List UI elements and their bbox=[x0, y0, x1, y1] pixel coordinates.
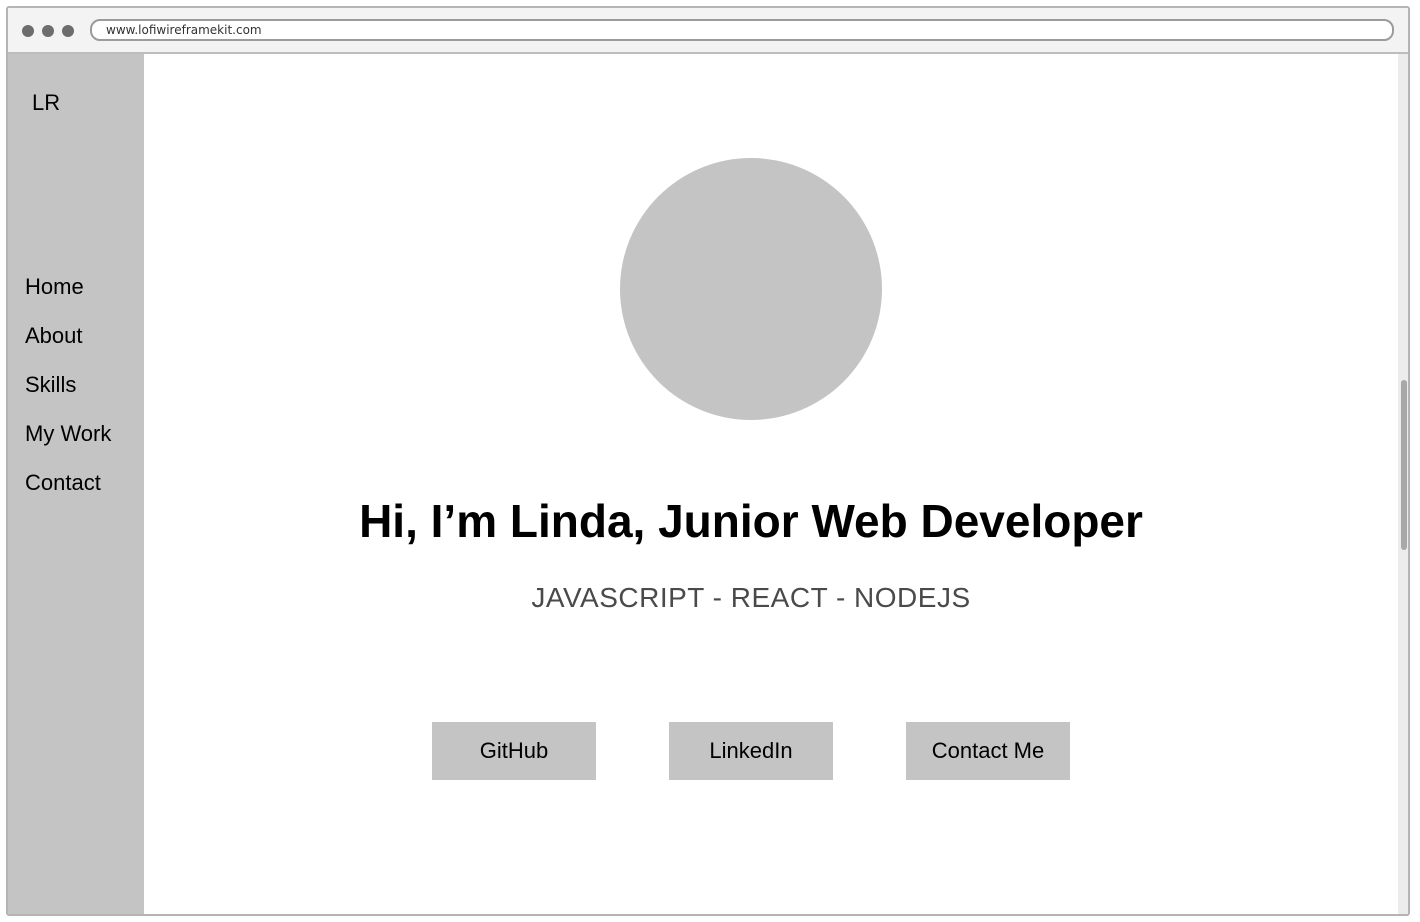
browser-window: www.lofiwireframekit.com LR Home About S… bbox=[6, 6, 1410, 916]
site-logo[interactable]: LR bbox=[32, 90, 60, 116]
window-dot-icon[interactable] bbox=[42, 25, 54, 37]
browser-toolbar: www.lofiwireframekit.com bbox=[8, 8, 1408, 54]
sidebar-item-contact[interactable]: Contact bbox=[25, 470, 111, 519]
sidebar-item-about[interactable]: About bbox=[25, 323, 111, 372]
github-button[interactable]: GitHub bbox=[432, 722, 596, 780]
main-content: Hi, I’m Linda, Junior Web Developer JAVA… bbox=[144, 54, 1398, 914]
sidebar-item-skills[interactable]: Skills bbox=[25, 372, 111, 421]
linkedin-button[interactable]: LinkedIn bbox=[669, 722, 833, 780]
scrollbar[interactable] bbox=[1398, 54, 1408, 914]
address-bar[interactable]: www.lofiwireframekit.com bbox=[90, 19, 1394, 41]
hero-headline: Hi, I’m Linda, Junior Web Developer bbox=[359, 495, 1143, 547]
sidebar-nav: Home About Skills My Work Contact bbox=[25, 274, 111, 519]
contact-me-button[interactable]: Contact Me bbox=[906, 722, 1070, 780]
window-dot-icon[interactable] bbox=[22, 25, 34, 37]
profile-avatar bbox=[620, 158, 882, 420]
sidebar-item-my-work[interactable]: My Work bbox=[25, 421, 111, 470]
hero-skills: JAVASCRIPT - REACT - NODEJS bbox=[531, 582, 971, 613]
sidebar-item-home[interactable]: Home bbox=[25, 274, 111, 323]
sidebar: LR Home About Skills My Work Contact bbox=[8, 54, 144, 914]
scrollbar-thumb[interactable] bbox=[1401, 380, 1407, 550]
window-dot-icon[interactable] bbox=[62, 25, 74, 37]
